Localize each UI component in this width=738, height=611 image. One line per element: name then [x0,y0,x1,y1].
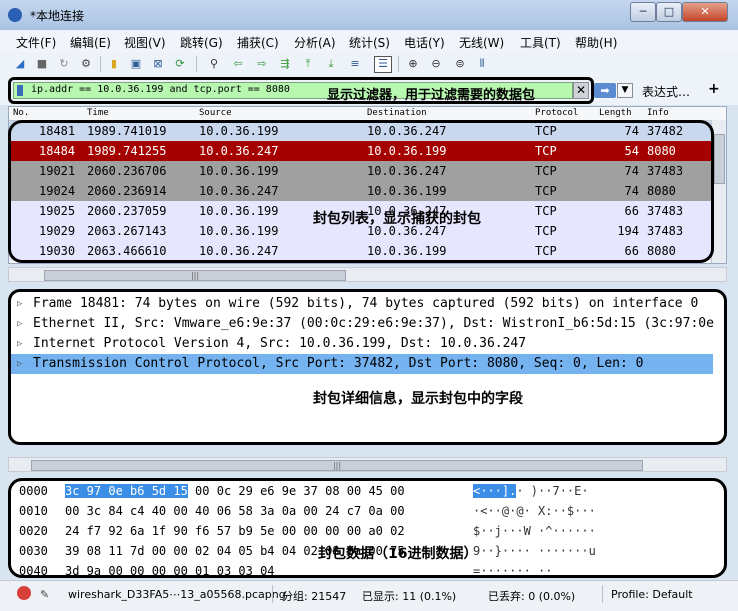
packet-list-annotation: 封包列表，显示捕获的封包 [313,211,481,227]
zoom-in-icon[interactable]: ⊕ [405,56,421,72]
bytes-row: 0020 24 f7 92 6a 1f 90 f6 57 b9 5e 00 00… [19,524,596,538]
go-to-packet-icon[interactable]: ⇶ [277,56,293,72]
menu-go[interactable]: 跳转(G) [180,34,223,51]
expand-triangle-icon[interactable]: ▷ [17,354,22,374]
expression-button[interactable]: 表达式… [642,83,690,100]
menu-file[interactable]: 文件(F) [16,34,56,51]
start-capture-icon[interactable]: ◢ [12,56,28,72]
scroll-thumb[interactable]: ||| [31,460,643,471]
bytes-row: 0010 00 3c 84 c4 40 00 40 06 58 3a 0a 00… [19,504,596,518]
close-button[interactable]: ✕ [682,2,728,22]
column-header-source[interactable]: Source [199,108,232,118]
reload-file-icon[interactable]: ⟳ [172,56,188,72]
packet-list-horizontal-scrollbar[interactable]: ||| [8,267,727,282]
packet-bytes-pane[interactable]: 0000 3c 97 0e b6 5d 15 00 0c 29 e6 9e 37… [8,478,727,578]
scroll-thumb[interactable] [714,134,725,184]
status-packets: 分组: 21547 [282,590,347,603]
toolbar-separator [100,56,101,72]
column-header-no[interactable]: No. [13,108,29,118]
open-file-icon[interactable]: ▮ [106,56,122,72]
status-separator [602,585,603,603]
detail-row-tcp[interactable]: ▷ Transmission Control Protocol, Src Por… [11,354,713,374]
capture-options-icon[interactable]: ⚙ [78,56,94,72]
details-horizontal-scrollbar[interactable]: ||| [8,457,727,472]
minimize-button[interactable]: ─ [630,2,656,22]
filter-history-dropdown[interactable]: ▼ [617,83,633,98]
go-back-icon[interactable]: ⇦ [230,56,246,72]
find-packet-icon[interactable]: ⚲ [206,56,222,72]
maximize-button[interactable]: □ [656,2,682,22]
menu-wireless[interactable]: 无线(W) [459,34,504,51]
expand-triangle-icon[interactable]: ▷ [17,294,22,314]
menu-statistics[interactable]: 统计(S) [349,34,390,51]
toolbar-separator [196,56,197,72]
packet-details-pane[interactable]: ▷ Frame 18481: 74 bytes on wire (592 bit… [8,289,727,445]
zoom-out-icon[interactable]: ⊖ [428,56,444,72]
window-title: *本地连接 [30,9,85,23]
expand-triangle-icon[interactable]: ▷ [17,334,22,354]
filter-callout-outline [8,77,594,104]
expert-info-icon[interactable] [17,586,31,600]
autoscroll-icon[interactable]: ≡ [347,56,363,72]
column-header-info[interactable]: Info [647,108,669,118]
menu-capture[interactable]: 捕获(C) [237,34,279,51]
title-bar: *本地连接 ─ □ ✕ [0,0,738,31]
edit-comment-icon[interactable]: ✎ [40,588,49,601]
details-annotation: 封包详细信息，显示封包中的字段 [313,391,523,407]
add-filter-button[interactable]: + [708,81,720,97]
save-file-icon[interactable]: ▣ [128,56,144,72]
restart-capture-icon[interactable]: ↻ [56,56,72,72]
column-header-time[interactable]: Time [87,108,109,118]
status-displayed: 已显示: 11 (0.1%) [362,590,457,603]
menu-tools[interactable]: 工具(T) [520,34,561,51]
bytes-row: 0000 3c 97 0e b6 5d 15 00 0c 29 e6 9e 37… [19,484,589,498]
stop-capture-icon[interactable]: ■ [34,56,50,72]
column-header-destination[interactable]: Destination [367,108,427,118]
go-first-packet-icon[interactable]: ⤒ [300,56,316,72]
highlighted-ascii[interactable]: <···]. [473,484,517,498]
wireshark-fin-icon [8,8,22,22]
close-file-icon[interactable]: ⊠ [150,56,166,72]
menu-edit[interactable]: 编辑(E) [70,34,111,51]
menu-bar: 文件(F) 编辑(E) 视图(V) 跳转(G) 捕获(C) 分析(A) 统计(S… [0,30,738,53]
menu-help[interactable]: 帮助(H) [575,34,617,51]
packet-list-header: No. Time Source Destination Protocol Len… [9,107,726,121]
column-header-length[interactable]: Length [599,108,632,118]
column-header-protocol[interactable]: Protocol [535,108,578,118]
bytes-row: 0040 3d 9a 00 00 00 00 01 03 03 04 =····… [19,564,553,578]
scroll-thumb[interactable]: ||| [44,270,346,281]
bytes-annotation: 封包数据（16进制数据） [318,546,478,562]
menu-analyze[interactable]: 分析(A) [294,34,336,51]
packet-list-callout-outline [8,120,714,263]
status-profile[interactable]: Profile: Default [611,588,693,601]
go-forward-icon[interactable]: ⇨ [254,56,270,72]
main-toolbar: ◢ ■ ↻ ⚙ ▮ ▣ ⊠ ⟳ ⚲ ⇦ ⇨ ⇶ ⤒ ⤓ ≡ ☰ ⊕ ⊖ ⊜ ⫴ [0,52,738,78]
status-bar: ✎ wireshark_D33FA5⋯13_a05568.pcapng 分组: … [0,580,738,611]
colorize-icon[interactable]: ☰ [374,56,392,73]
go-last-packet-icon[interactable]: ⤓ [323,56,339,72]
menu-telephony[interactable]: 电话(Y) [404,34,445,51]
toolbar-separator [398,56,399,72]
menu-view[interactable]: 视图(V) [124,34,166,51]
expand-triangle-icon[interactable]: ▷ [17,314,22,334]
detail-row-ethernet[interactable]: ▷ Ethernet II, Src: Vmware_e6:9e:37 (00:… [11,314,721,334]
normal-size-icon[interactable]: ⊜ [452,56,468,72]
highlighted-hex[interactable]: 3c 97 0e b6 5d 15 [65,484,188,498]
detail-row-frame[interactable]: ▷ Frame 18481: 74 bytes on wire (592 bit… [11,294,721,314]
resize-columns-icon[interactable]: ⫴ [474,56,490,72]
detail-row-ip[interactable]: ▷ Internet Protocol Version 4, Src: 10.0… [11,334,721,354]
status-capture-file: wireshark_D33FA5⋯13_a05568.pcapng [68,588,286,601]
apply-filter-button[interactable]: ➡ [594,83,616,98]
status-separator [272,585,273,603]
status-dropped: 已丢弃: 0 (0.0%) [488,590,576,603]
